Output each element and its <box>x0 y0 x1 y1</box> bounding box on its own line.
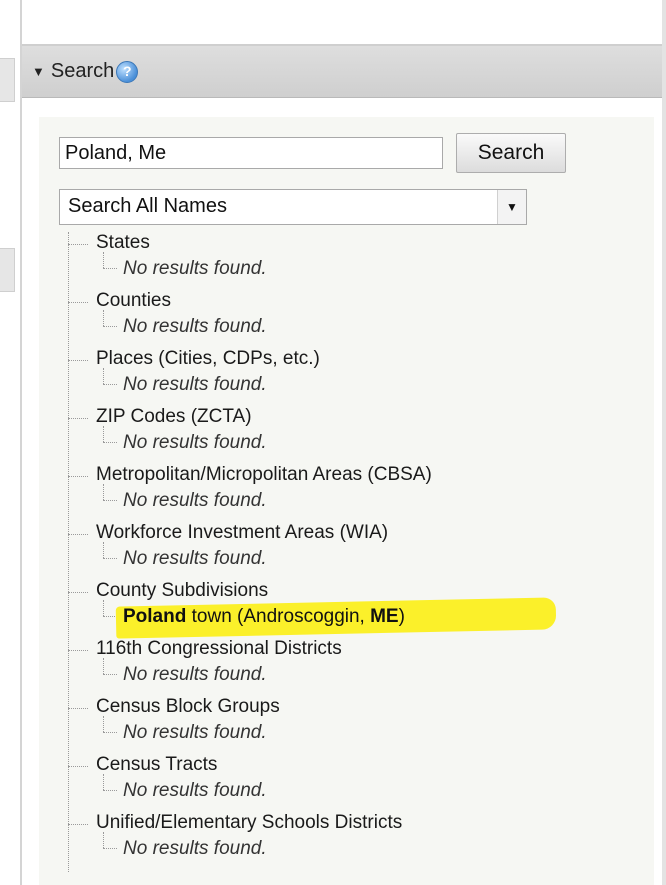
result-category-label: 116th Congressional Districts <box>96 638 342 659</box>
no-results-message: No results found. <box>123 548 267 569</box>
search-scope-select[interactable]: Search All Names ▼ <box>59 189 527 225</box>
tree-line <box>103 310 104 326</box>
tree-branch <box>68 302 88 303</box>
result-category-label: Places (Cities, CDPs, etc.) <box>96 348 320 369</box>
search-input[interactable] <box>59 137 443 169</box>
search-panel-inner: Search Search All Names ▼ States No resul… <box>39 117 654 885</box>
help-icon[interactable] <box>116 60 139 83</box>
result-category-label: Counties <box>96 290 171 311</box>
no-results-message: No results found. <box>123 432 267 453</box>
tree-line <box>103 658 104 674</box>
tree-branch <box>103 442 117 443</box>
search-scope-value: Search All Names <box>68 195 227 217</box>
result-category-label: Unified/Elementary Schools Districts <box>96 812 403 833</box>
tree-branch <box>103 268 117 269</box>
tree-branch <box>103 384 117 385</box>
tree-branch <box>68 650 88 651</box>
left-pane <box>0 0 20 885</box>
no-results-message: No results found. <box>123 374 267 395</box>
result-category-label: States <box>96 232 150 253</box>
left-panel-tab[interactable] <box>0 248 15 292</box>
tree-branch <box>68 476 88 477</box>
panel-title: Search <box>50 60 115 82</box>
no-results-message: No results found. <box>123 780 267 801</box>
search-panel-header[interactable]: ▼ Search <box>22 46 662 98</box>
tree-branch <box>103 326 117 327</box>
caret-down-icon[interactable]: ▼ <box>32 64 45 79</box>
search-panel-body: Search Search All Names ▼ States No resul… <box>22 99 662 885</box>
tree-line <box>103 832 104 848</box>
tree-branch <box>68 534 88 535</box>
tree-line <box>103 252 104 268</box>
result-category-label: ZIP Codes (ZCTA) <box>96 406 252 427</box>
tree-branch <box>68 418 88 419</box>
search-button[interactable]: Search <box>456 133 566 173</box>
no-results-message: No results found. <box>123 258 267 279</box>
tree-branch <box>103 558 117 559</box>
tree-line <box>103 484 104 500</box>
tree-branch <box>103 616 117 617</box>
tree-branch <box>103 500 117 501</box>
tree-line <box>103 426 104 442</box>
result-category-label: Census Tracts <box>96 754 218 775</box>
tree-line <box>103 716 104 732</box>
match-state: ME <box>370 606 399 627</box>
no-results-message: No results found. <box>123 490 267 511</box>
dropdown-arrow-icon[interactable]: ▼ <box>497 190 526 224</box>
no-results-message: No results found. <box>123 664 267 685</box>
tree-line <box>68 232 69 872</box>
tree-branch <box>68 592 88 593</box>
result-category-label: Metropolitan/Micropolitan Areas (CBSA) <box>96 464 432 485</box>
match-name: Poland <box>123 606 187 627</box>
top-area <box>22 0 666 44</box>
no-results-message: No results found. <box>123 722 267 743</box>
tree-branch <box>68 244 88 245</box>
result-category-label: Census Block Groups <box>96 696 280 717</box>
tree-branch <box>103 790 117 791</box>
no-results-message: No results found. <box>123 316 267 337</box>
tree-branch <box>103 848 117 849</box>
tree-branch <box>103 732 117 733</box>
result-match-link[interactable]: Poland town (Androscoggin, ME) <box>123 606 405 628</box>
match-close: ) <box>398 606 405 627</box>
tree-line <box>103 542 104 558</box>
tree-line <box>103 368 104 384</box>
left-panel-tab[interactable] <box>0 58 15 102</box>
no-results-message: No results found. <box>123 838 267 859</box>
tree-branch <box>68 360 88 361</box>
match-detail: town (Androscoggin, <box>186 606 371 627</box>
tree-branch <box>103 674 117 675</box>
right-edge <box>662 0 666 885</box>
result-category-label: Workforce Investment Areas (WIA) <box>96 522 389 543</box>
result-category-label: County Subdivisions <box>96 580 269 601</box>
tree-branch <box>68 824 88 825</box>
tree-branch <box>68 708 88 709</box>
tree-line <box>103 774 104 790</box>
tree-line <box>103 600 104 616</box>
tree-branch <box>68 766 88 767</box>
